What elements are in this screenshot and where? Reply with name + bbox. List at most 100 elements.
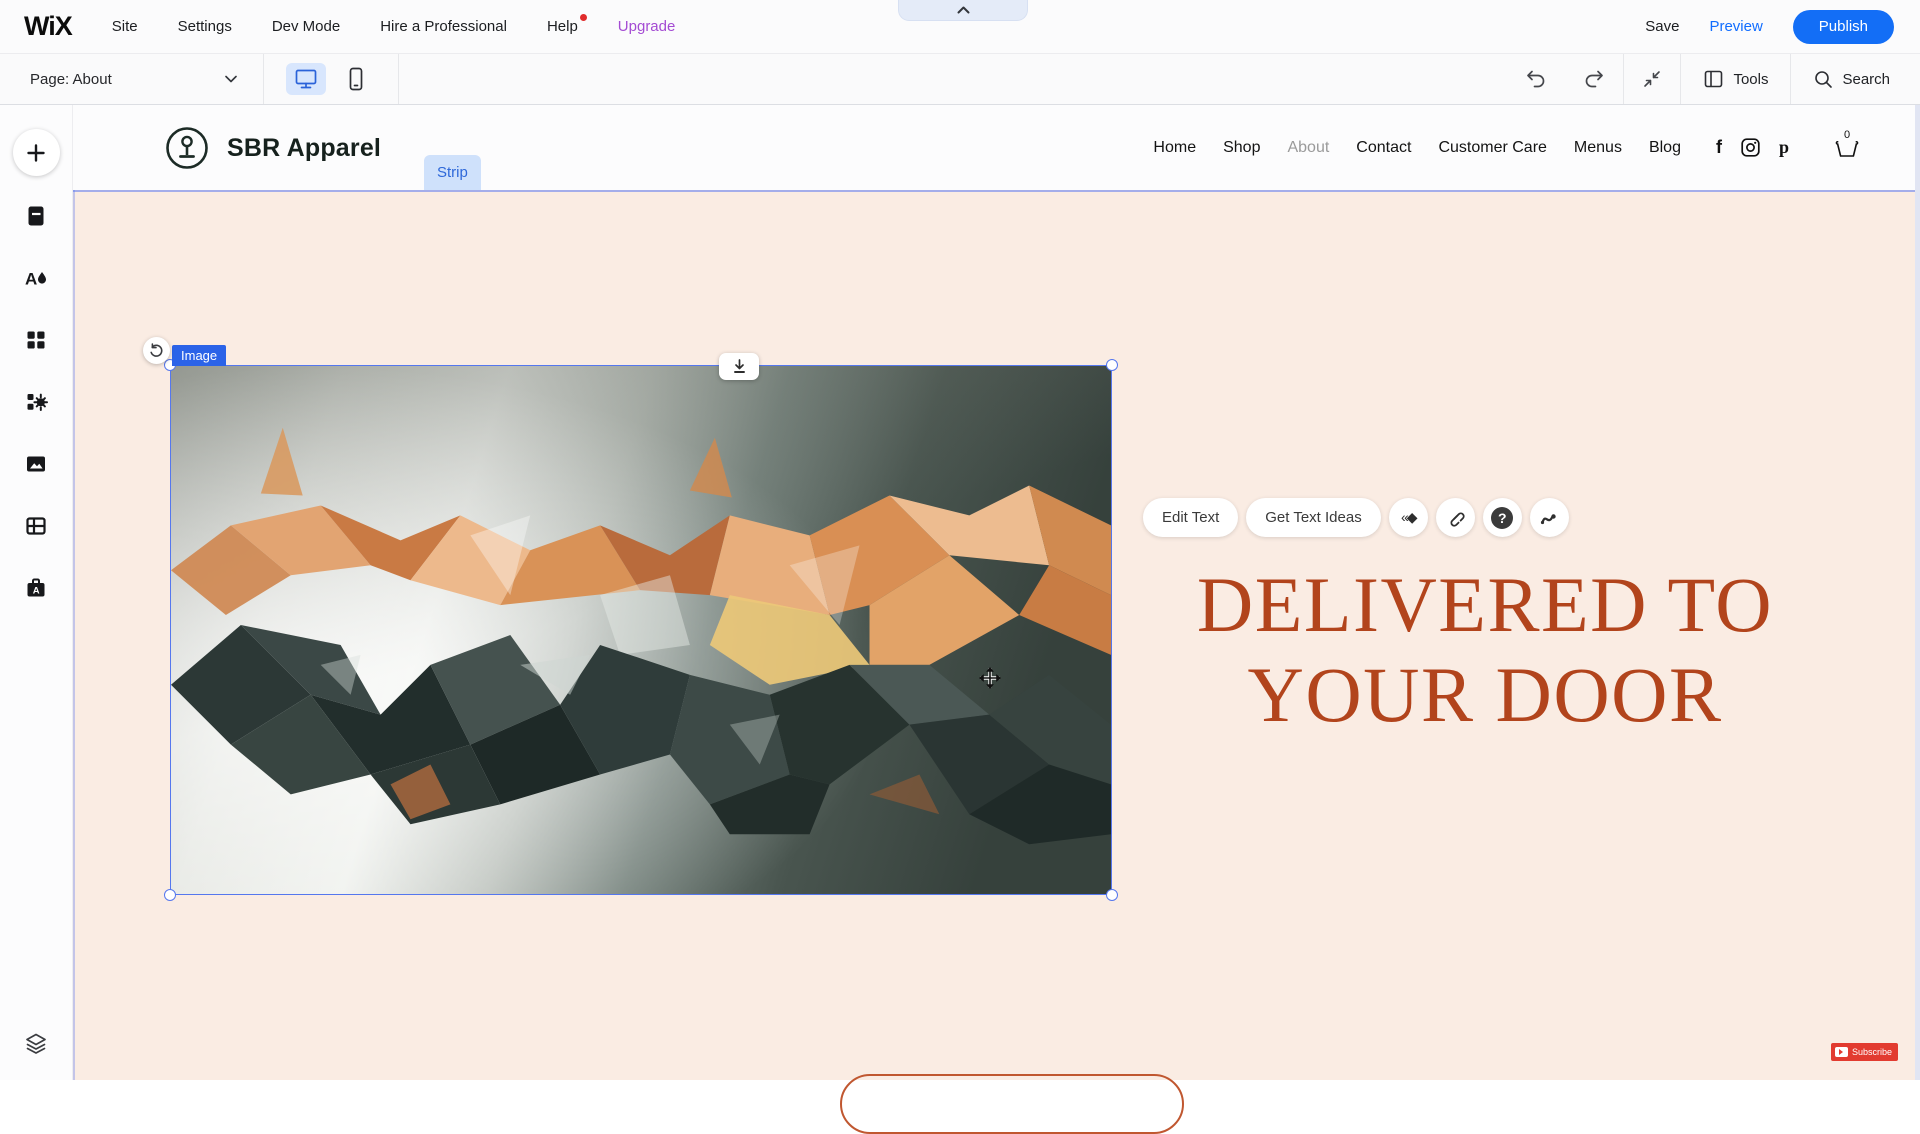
pages-menu-button[interactable] bbox=[14, 194, 58, 238]
mobile-icon bbox=[348, 67, 364, 91]
strip-badge[interactable]: Strip bbox=[424, 155, 481, 190]
nav-blog[interactable]: Blog bbox=[1649, 139, 1681, 157]
add-apps-button[interactable] bbox=[14, 380, 58, 424]
search-button[interactable]: Search bbox=[1791, 54, 1920, 104]
menu-dev-mode[interactable]: Dev Mode bbox=[272, 18, 340, 35]
plus-icon bbox=[26, 143, 46, 163]
text-element-toolbar: Edit Text Get Text Ideas «◆ ? bbox=[1143, 498, 1569, 537]
facebook-icon[interactable]: f bbox=[1716, 137, 1722, 158]
headline-text[interactable]: DELIVERED TO YOUR DOOR bbox=[1135, 560, 1835, 740]
stretch-handle[interactable] bbox=[719, 353, 759, 380]
image-badge: Image bbox=[172, 345, 226, 366]
site-header-strip[interactable]: SBR Apparel Home Shop About Contact Cust… bbox=[73, 105, 1920, 190]
resize-handle-bottom-right[interactable] bbox=[1106, 889, 1118, 901]
table-icon bbox=[24, 514, 48, 538]
nav-home[interactable]: Home bbox=[1153, 139, 1196, 157]
app-market-button[interactable] bbox=[14, 318, 58, 362]
get-text-ideas-button[interactable]: Get Text Ideas bbox=[1246, 498, 1380, 537]
collapse-topbar-tab[interactable] bbox=[898, 0, 1028, 21]
rotate-handle[interactable] bbox=[143, 337, 170, 364]
nav-customer-care[interactable]: Customer Care bbox=[1438, 139, 1546, 157]
zoom-out-mode-button[interactable] bbox=[1624, 54, 1680, 104]
tools-panel-icon bbox=[1703, 69, 1724, 89]
link-button[interactable] bbox=[1436, 498, 1475, 537]
layers-button[interactable] bbox=[14, 1022, 58, 1066]
search-label: Search bbox=[1842, 71, 1890, 88]
site-design-button[interactable]: A bbox=[14, 256, 58, 300]
save-button[interactable]: Save bbox=[1645, 18, 1679, 35]
resize-handle-bottom-left[interactable] bbox=[164, 889, 176, 901]
menu-hire-a-professional[interactable]: Hire a Professional bbox=[380, 18, 507, 35]
headline-line1: DELIVERED TO bbox=[1135, 560, 1835, 650]
business-tools-button[interactable]: A bbox=[14, 566, 58, 610]
search-icon bbox=[1813, 69, 1833, 89]
connect-button[interactable] bbox=[1530, 498, 1569, 537]
device-switch bbox=[264, 54, 398, 104]
squiggle-icon bbox=[1539, 509, 1559, 527]
menu-site[interactable]: Site bbox=[112, 18, 138, 35]
canvas-right-edge bbox=[1915, 105, 1920, 1080]
grid-squares-icon bbox=[24, 328, 48, 352]
collapse-arrows-icon bbox=[1642, 69, 1662, 89]
nav-menus[interactable]: Menus bbox=[1574, 139, 1622, 157]
chevron-down-icon bbox=[225, 75, 237, 83]
briefcase-a-icon: A bbox=[24, 576, 48, 600]
mobile-view-button[interactable] bbox=[336, 63, 376, 95]
menu-help-label: Help bbox=[547, 18, 578, 35]
page-selector[interactable]: Page: About bbox=[0, 54, 263, 104]
animation-button[interactable]: «◆ bbox=[1389, 498, 1428, 537]
help-button[interactable]: ? bbox=[1483, 498, 1522, 537]
headline-line2: YOUR DOOR bbox=[1135, 650, 1835, 740]
nav-contact[interactable]: Contact bbox=[1356, 139, 1411, 157]
strip-selection-border bbox=[73, 190, 75, 1080]
link-icon bbox=[1446, 508, 1465, 527]
media-button[interactable] bbox=[14, 442, 58, 486]
tools-button[interactable]: Tools bbox=[1681, 54, 1790, 104]
svg-text:A: A bbox=[25, 270, 37, 289]
menu-help[interactable]: Help bbox=[547, 18, 578, 35]
rotate-icon bbox=[149, 343, 164, 358]
nav-shop[interactable]: Shop bbox=[1223, 139, 1260, 157]
topbar-menu: Site Settings Dev Mode Hire a Profession… bbox=[112, 18, 676, 35]
move-cursor-icon bbox=[979, 667, 1001, 689]
squares-gear-icon bbox=[24, 390, 48, 414]
undo-icon bbox=[1525, 69, 1547, 89]
tools-label: Tools bbox=[1733, 71, 1768, 88]
selected-image-element[interactable]: Image bbox=[170, 365, 1112, 895]
social-bar: f p bbox=[1716, 137, 1789, 158]
preview-button[interactable]: Preview bbox=[1709, 18, 1762, 35]
site-logo[interactable]: SBR Apparel bbox=[165, 126, 381, 170]
menu-upgrade[interactable]: Upgrade bbox=[618, 18, 676, 35]
abstract-artwork-image bbox=[171, 366, 1111, 894]
menu-settings[interactable]: Settings bbox=[178, 18, 232, 35]
subscribe-watermark[interactable]: Subscribe bbox=[1831, 1043, 1898, 1061]
pinterest-icon[interactable]: p bbox=[1779, 137, 1789, 158]
edit-text-button[interactable]: Edit Text bbox=[1143, 498, 1238, 537]
undo-button[interactable] bbox=[1507, 54, 1565, 104]
add-elements-button[interactable] bbox=[13, 129, 60, 176]
desktop-view-button[interactable] bbox=[286, 63, 326, 95]
brand-logo-icon bbox=[165, 126, 209, 170]
brand-name: SBR Apparel bbox=[227, 134, 381, 163]
animation-icon: «◆ bbox=[1401, 509, 1416, 526]
editor-sidebar: A bbox=[0, 105, 73, 1080]
publish-button[interactable]: Publish bbox=[1793, 10, 1894, 44]
redo-button[interactable] bbox=[1565, 54, 1623, 104]
nav-about[interactable]: About bbox=[1287, 139, 1329, 157]
content-manager-button[interactable] bbox=[14, 504, 58, 548]
subscribe-label: Subscribe bbox=[1852, 1047, 1892, 1057]
cart-count: 0 bbox=[1844, 129, 1850, 141]
wix-logo[interactable]: WiX bbox=[24, 11, 72, 42]
topbar-actions: Save Preview Publish bbox=[1645, 10, 1894, 44]
resize-handle-top-right[interactable] bbox=[1106, 359, 1118, 371]
site-canvas: SBR Apparel Home Shop About Contact Cust… bbox=[73, 105, 1920, 1080]
play-icon bbox=[1835, 1047, 1848, 1057]
desktop-icon bbox=[294, 68, 318, 90]
svg-text:A: A bbox=[33, 586, 40, 597]
site-nav: Home Shop About Contact Customer Care Me… bbox=[1153, 105, 1896, 190]
strip-selection-border bbox=[73, 190, 1920, 192]
cart-button[interactable]: 0 bbox=[1832, 133, 1862, 163]
instagram-icon[interactable] bbox=[1741, 138, 1760, 157]
cta-button[interactable] bbox=[840, 1074, 1184, 1134]
question-mark-icon: ? bbox=[1491, 507, 1513, 529]
